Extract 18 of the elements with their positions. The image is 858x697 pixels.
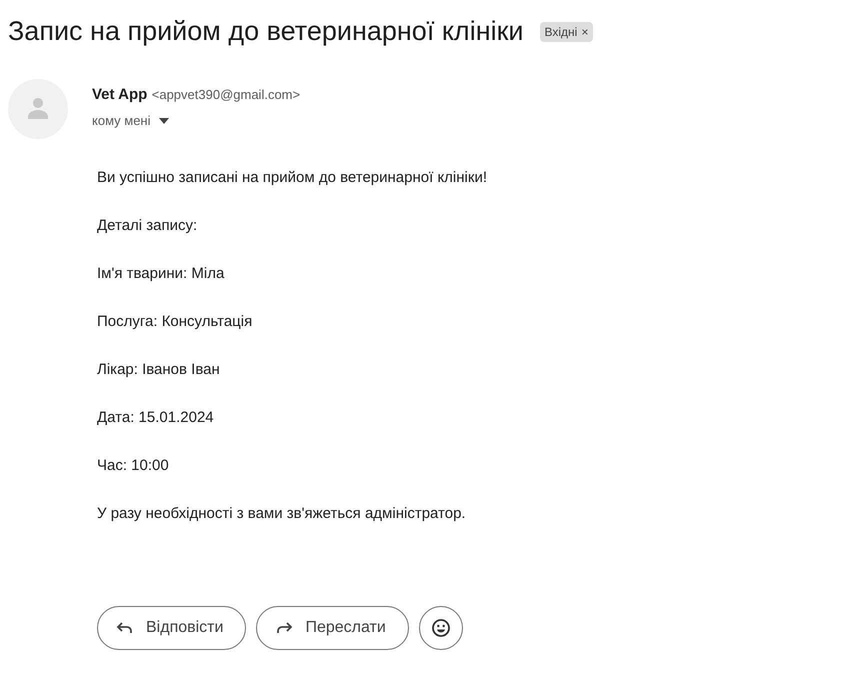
smiley-icon [432, 619, 450, 638]
sender-name: Vet App [92, 86, 148, 104]
label-tag: Вхідні × [540, 22, 594, 42]
message-paragraph: У разу необхідності з вами зв'яжеться адміністратор. [97, 505, 467, 524]
message-paragraph: Дата: 15.01.2024 [97, 409, 215, 428]
message-paragraph: Лікар: Іванов Іван [97, 361, 221, 380]
reply-button[interactable]: Відповісти [97, 606, 246, 650]
forward-button[interactable]: Переслати [256, 606, 409, 650]
caret-icon [158, 118, 168, 124]
message-paragraph: Деталі запису: [97, 217, 198, 236]
email-subject: Запис на прийом до ветеринарної клініки [8, 15, 524, 48]
emoji-button[interactable] [418, 606, 463, 650]
message-paragraph: Ім'я тварини: Міла [97, 265, 226, 284]
sender-email: <appvet390@gmail.com> [152, 87, 300, 102]
recipient-dropdown[interactable]: кому мені [92, 111, 168, 131]
message-paragraph: Ви успішно записані на прийом до ветеринарної клініки! [97, 169, 488, 188]
message-paragraph: Послуга: Консультація [97, 313, 254, 332]
message-paragraph: Час: 10:00 [97, 457, 170, 476]
